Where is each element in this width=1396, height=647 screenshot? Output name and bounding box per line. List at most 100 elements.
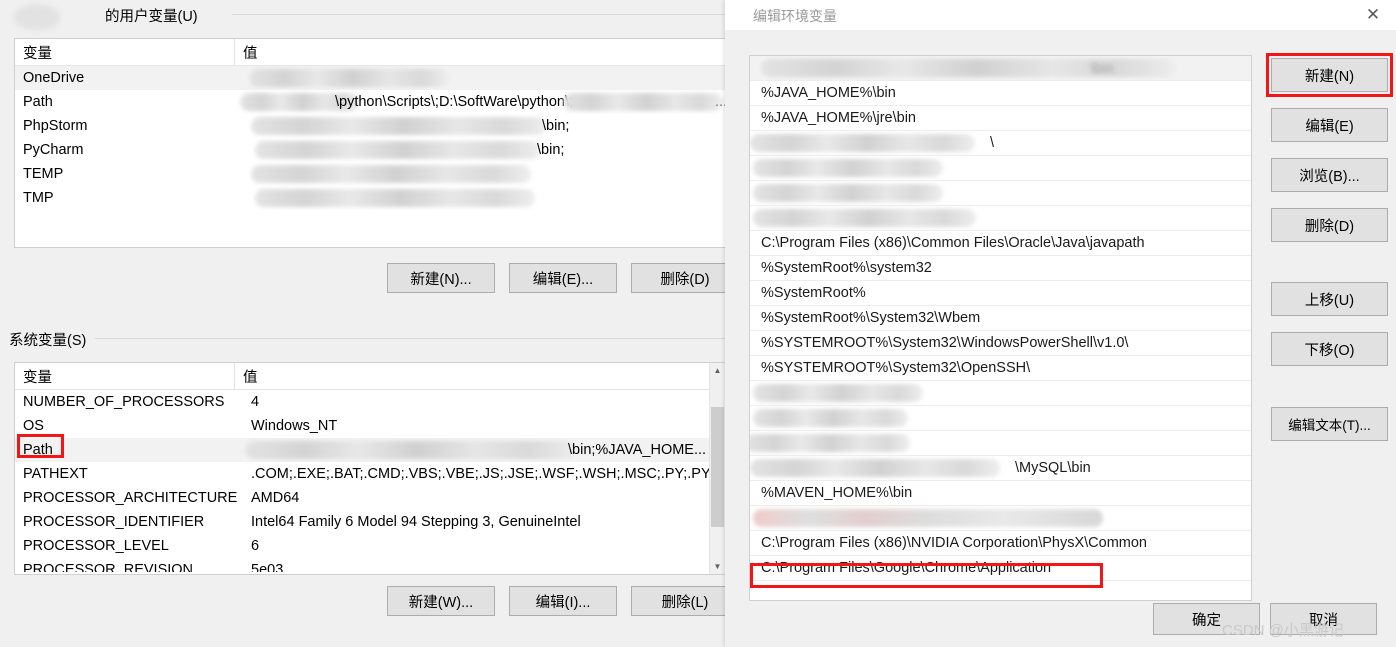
list-item[interactable]: C:\Program Files\Google\Chrome\Applicati… — [750, 556, 1251, 581]
list-item[interactable]: %SystemRoot% — [750, 281, 1251, 306]
dialog-title: 编辑环境变量 — [753, 8, 837, 24]
list-item[interactable]: C:\Program Files (x86)\Common Files\Orac… — [750, 231, 1251, 256]
list-item[interactable]: %JAVA_HOME%\bin — [750, 81, 1251, 106]
list-item[interactable] — [750, 406, 1251, 431]
redacted-value — [255, 189, 535, 207]
table-row[interactable]: PROCESSOR_ARCHITECTURE AMD64 — [15, 486, 725, 510]
redacted-value — [245, 441, 575, 459]
user-col-separator[interactable] — [234, 39, 235, 65]
redacted-value — [251, 165, 531, 183]
system-col-name: 变量 — [23, 370, 52, 386]
list-item[interactable]: %JAVA_HOME%\jre\bin — [750, 106, 1251, 131]
list-item[interactable] — [750, 381, 1251, 406]
redacted-entry — [753, 409, 908, 427]
system-row-name: PATHEXT — [23, 466, 88, 482]
system-row-value: 5e03 — [251, 562, 284, 572]
system-new-button[interactable]: 新建(W)... — [387, 586, 495, 616]
table-row[interactable]: Path \python\Scripts\;D:\SoftWare\python… — [15, 90, 725, 114]
redacted-entry — [753, 209, 976, 227]
move-up-button[interactable]: 上移(U) — [1271, 282, 1388, 316]
list-item[interactable] — [750, 181, 1251, 206]
user-variables-group-label: 的用户变量(U) — [102, 5, 201, 26]
entry-text: %SystemRoot%\System32\Wbem — [761, 310, 981, 326]
table-row[interactable]: OneDrive — [15, 66, 725, 90]
list-item[interactable] — [750, 206, 1251, 231]
list-item[interactable]: %SYSTEMROOT%\System32\WindowsPowerShell\… — [750, 331, 1251, 356]
system-row-value: Intel64 Family 6 Model 94 Stepping 3, Ge… — [251, 514, 581, 530]
system-edit-button[interactable]: 编辑(I)... — [509, 586, 617, 616]
user-edit-button[interactable]: 编辑(E)... — [509, 263, 617, 293]
list-item[interactable] — [750, 506, 1251, 531]
scroll-up-icon[interactable]: ▲ — [710, 363, 725, 378]
entry-text: %MAVEN_HOME%\bin — [761, 485, 913, 501]
table-row[interactable]: PATHEXT .COM;.EXE;.BAT;.CMD;.VBS;.VBE;.J… — [15, 462, 725, 486]
system-row-value: 6 — [251, 538, 260, 554]
list-item[interactable]: \bin — [750, 56, 1251, 81]
redacted-value-tail — [563, 93, 723, 111]
user-row-value: \python\Scripts\;D:\SoftWare\python\; — [335, 94, 574, 110]
list-item[interactable]: C:\Program Files (x86)\NVIDIA Corporatio… — [750, 531, 1251, 556]
scrollbar-thumb[interactable] — [711, 407, 724, 527]
cancel-button[interactable]: 取消 — [1270, 603, 1377, 635]
system-row-value: AMD64 — [251, 490, 300, 506]
list-item[interactable]: \ — [750, 131, 1251, 156]
list-item[interactable] — [750, 431, 1251, 456]
user-delete-button[interactable]: 删除(D) — [631, 263, 739, 293]
system-row-name: PROCESSOR_ARCHITECTURE — [23, 490, 238, 506]
list-item[interactable] — [750, 156, 1251, 181]
delete-button[interactable]: 删除(D) — [1271, 208, 1388, 242]
table-row[interactable]: NUMBER_OF_PROCESSORS 4 — [15, 390, 725, 414]
list-item[interactable]: %MAVEN_HOME%\bin — [750, 481, 1251, 506]
entry-text: %SYSTEMROOT%\System32\OpenSSH\ — [761, 360, 1031, 376]
system-row-name: Path — [23, 442, 53, 458]
value-ellipsis: ... — [715, 94, 725, 110]
table-row[interactable]: OS Windows_NT — [15, 414, 725, 438]
user-row-name: Path — [23, 94, 53, 110]
system-delete-button[interactable]: 删除(L) — [631, 586, 739, 616]
system-variables-group-label: 系统变量(S) — [6, 329, 90, 350]
system-row-name: PROCESSOR_IDENTIFIER — [23, 514, 205, 530]
list-item[interactable]: %SYSTEMROOT%\System32\OpenSSH\ — [750, 356, 1251, 381]
system-col-separator[interactable] — [234, 363, 235, 389]
table-row[interactable]: TMP — [15, 186, 725, 210]
scroll-down-icon[interactable]: ▼ — [710, 559, 725, 574]
entry-text: %SystemRoot% — [761, 285, 866, 301]
new-button[interactable]: 新建(N) — [1271, 58, 1388, 92]
table-row[interactable]: PhpStorm \bin; — [15, 114, 725, 138]
edit-environment-variable-dialog: 编辑环境变量 ✕ \bin %JAVA_HOME%\bin %JAVA_HOME… — [725, 0, 1396, 647]
redacted-entry — [750, 459, 1000, 477]
redacted-value — [255, 141, 540, 159]
list-item[interactable]: %SystemRoot%\system32 — [750, 256, 1251, 281]
redacted-entry — [761, 59, 1176, 77]
table-row[interactable]: PROCESSOR_IDENTIFIER Intel64 Family 6 Mo… — [15, 510, 725, 534]
user-group-divider — [232, 14, 727, 15]
table-row[interactable]: PROCESSOR_LEVEL 6 — [15, 534, 725, 558]
redacted-value — [251, 117, 546, 135]
table-row[interactable]: PROCESSOR_REVISION 5e03 — [15, 558, 725, 572]
user-row-name: TMP — [23, 190, 54, 206]
user-col-value: 值 — [243, 46, 258, 62]
dialog-body: \bin %JAVA_HOME%\bin %JAVA_HOME%\jre\bin… — [725, 30, 1396, 647]
list-item[interactable]: \MySQL\bin — [750, 456, 1251, 481]
user-row-value: \bin; — [542, 118, 570, 134]
table-row[interactable]: TEMP — [15, 162, 725, 186]
redacted-value — [249, 69, 449, 87]
edit-button[interactable]: 编辑(E) — [1271, 108, 1388, 142]
close-icon[interactable]: ✕ — [1350, 0, 1396, 30]
system-variables-table[interactable]: 变量 值 NUMBER_OF_PROCESSORS 4 OS Windows_N… — [14, 362, 726, 575]
browse-button[interactable]: 浏览(B)... — [1271, 158, 1388, 192]
user-row-name: OneDrive — [23, 70, 85, 86]
system-table-scrollbar[interactable]: ▲ ▼ — [709, 363, 725, 574]
path-entries-list[interactable]: \bin %JAVA_HOME%\bin %JAVA_HOME%\jre\bin… — [749, 55, 1252, 601]
edit-text-button[interactable]: 编辑文本(T)... — [1271, 407, 1388, 441]
entry-partial-text: \ — [990, 135, 995, 151]
move-down-button[interactable]: 下移(O) — [1271, 332, 1388, 366]
ok-button[interactable]: 确定 — [1153, 603, 1260, 635]
table-row[interactable]: Path \bin;%JAVA_HOME... — [15, 438, 725, 462]
user-variables-table[interactable]: 变量 值 OneDrive Path \python\Scripts\;D:\S… — [14, 38, 726, 248]
list-item[interactable]: %SystemRoot%\System32\Wbem — [750, 306, 1251, 331]
user-row-name: PhpStorm — [23, 118, 88, 134]
user-new-button[interactable]: 新建(N)... — [387, 263, 495, 293]
table-row[interactable]: PyCharm \bin; — [15, 138, 725, 162]
user-row-name: TEMP — [23, 166, 64, 182]
